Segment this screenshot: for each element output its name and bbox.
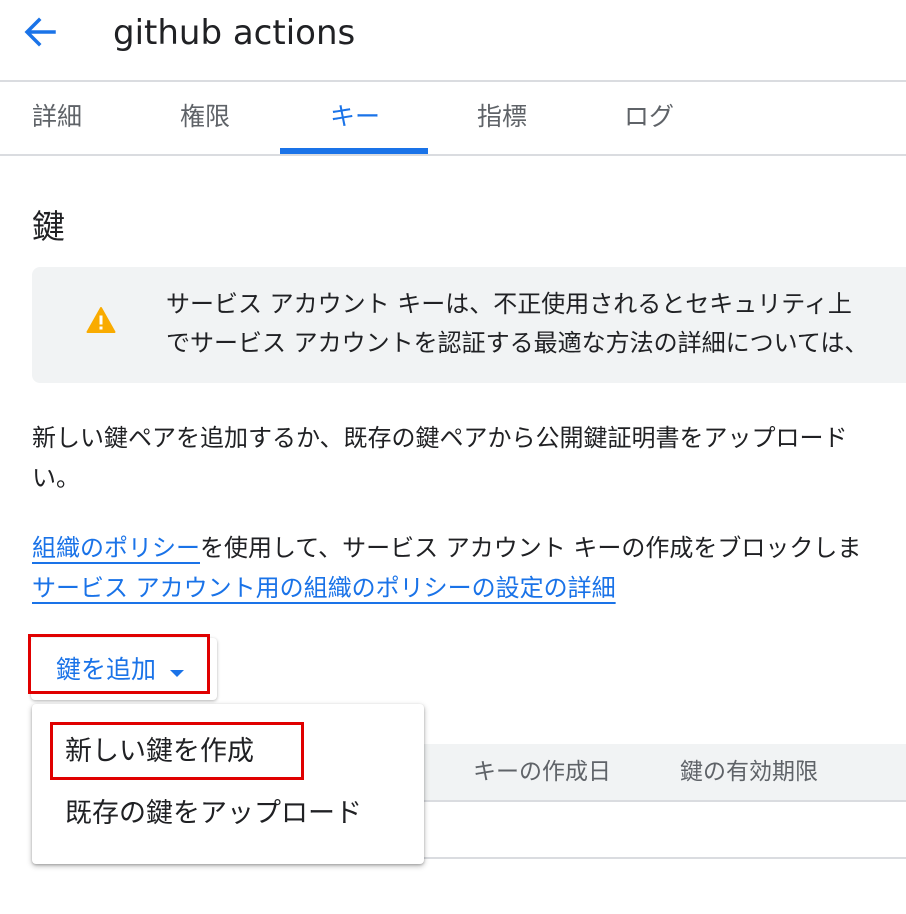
menu-item-create-new-key[interactable]: 新しい鍵を作成 (65, 722, 457, 782)
tab-bar: 詳細 権限 キー 指標 ログ (0, 82, 906, 156)
add-key-menu: 新しい鍵を作成 既存の鍵をアップロード (32, 704, 424, 864)
tab-details[interactable]: 詳細 (32, 82, 82, 154)
active-tab-indicator (280, 148, 428, 154)
menu-item-upload-existing-key[interactable]: 既存の鍵をアップロード (65, 784, 457, 844)
key-description-line-1: 新しい鍵ペアを追加するか、既存の鍵ペアから公開鍵証明書をアップロード (32, 424, 848, 452)
org-policy-details-link[interactable]: サービス アカウント用の組織のポリシーの設定の詳細 (32, 574, 616, 602)
column-header-created[interactable]: キーの作成日 (473, 744, 611, 800)
caret-down-icon[interactable] (168, 664, 186, 677)
tab-logs[interactable]: ログ (624, 82, 674, 154)
column-header-expires[interactable]: 鍵の有効期限 (680, 744, 818, 800)
warning-icon (86, 306, 116, 334)
org-policy-link[interactable]: 組織のポリシー (32, 534, 200, 562)
warning-text-line-1: サービス アカウント キーは、不正使用されるとセキュリティ上 (166, 290, 852, 318)
tab-permissions[interactable]: 権限 (180, 82, 230, 154)
policy-text: 組織のポリシーを使用して、サービス アカウント キーの作成をブロックしま サービ… (32, 528, 906, 608)
add-key-button-label[interactable]: 鍵を追加 (56, 650, 156, 690)
arrow-left-icon[interactable] (22, 14, 58, 50)
warning-text-line-2: でサービス アカウントを認証する最適な方法の詳細については、 (166, 329, 869, 357)
page-title: github actions (113, 13, 356, 53)
tab-keys[interactable]: キー (330, 82, 380, 154)
key-description-line-2: い。 (32, 464, 80, 492)
policy-text-body: を使用して、サービス アカウント キーの作成をブロックしま (200, 534, 862, 562)
warning-text: サービス アカウント キーは、不正使用されるとセキュリティ上 でサービス アカウ… (166, 285, 906, 363)
tab-metrics[interactable]: 指標 (477, 82, 527, 154)
key-description: 新しい鍵ペアを追加するか、既存の鍵ペアから公開鍵証明書をアップロード い。 (32, 418, 906, 498)
section-title: 鍵 (32, 207, 65, 246)
